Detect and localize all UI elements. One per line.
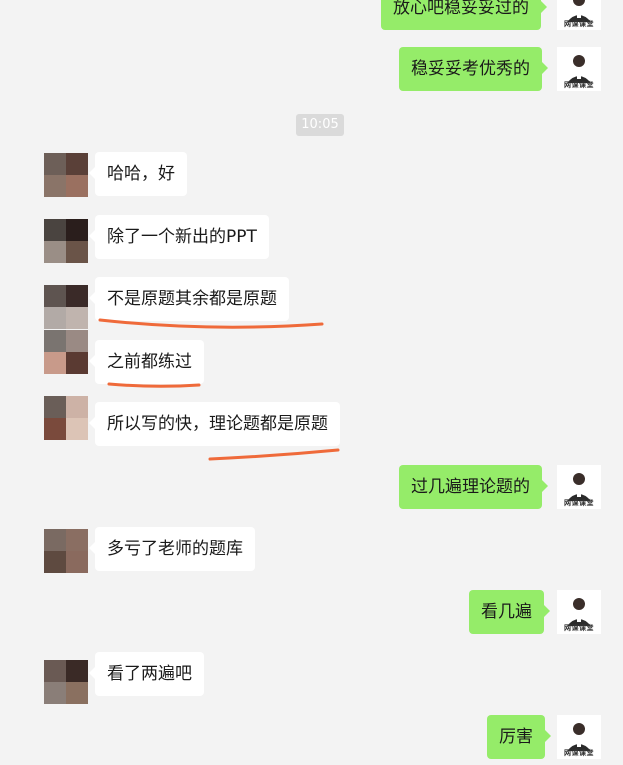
- avatar-brand-label: 网课课堂: [564, 81, 594, 89]
- contact-avatar[interactable]: [44, 396, 88, 440]
- annotation-underline: [98, 318, 324, 329]
- contact-avatar[interactable]: [44, 529, 88, 573]
- incoming-message[interactable]: 哈哈，好: [89, 152, 187, 196]
- outgoing-message[interactable]: 稳妥妥考优秀的: [399, 47, 548, 91]
- my-avatar[interactable]: 网课课堂: [557, 465, 601, 509]
- contact-avatar[interactable]: [44, 153, 88, 197]
- avatar-brand-label: 网课课堂: [564, 624, 594, 632]
- outgoing-message[interactable]: 厉害: [487, 715, 551, 759]
- contact-avatar[interactable]: [44, 219, 88, 263]
- outgoing-message[interactable]: 看几遍: [469, 590, 550, 634]
- contact-avatar[interactable]: [44, 285, 88, 329]
- contact-avatar[interactable]: [44, 330, 88, 374]
- avatar-brand-label: 网课课堂: [564, 749, 594, 757]
- my-avatar[interactable]: 网课课堂: [557, 715, 601, 759]
- incoming-message[interactable]: 之前都练过: [89, 340, 204, 384]
- avatar-brand-label: 网课课堂: [564, 499, 594, 507]
- incoming-message[interactable]: 看了两遍吧: [89, 652, 204, 696]
- my-avatar[interactable]: 网课课堂: [557, 590, 601, 634]
- chat-area: 放心吧稳妥妥过的 网课课堂 稳妥妥考优秀的 网课课堂 10:05 哈哈，好 除了…: [0, 0, 623, 765]
- incoming-message[interactable]: 多亏了老师的题库: [89, 527, 255, 571]
- contact-avatar[interactable]: [44, 660, 88, 704]
- avatar-brand-label: 网课课堂: [564, 20, 594, 28]
- outgoing-message[interactable]: 过几遍理论题的: [399, 465, 548, 509]
- incoming-message[interactable]: 除了一个新出的PPT: [89, 215, 269, 259]
- my-avatar[interactable]: 网课课堂: [557, 0, 601, 30]
- incoming-message[interactable]: 所以写的快，理论题都是原题: [89, 402, 340, 446]
- my-avatar[interactable]: 网课课堂: [557, 47, 601, 91]
- outgoing-message[interactable]: 放心吧稳妥妥过的: [381, 0, 547, 30]
- timestamp: 10:05: [296, 114, 344, 136]
- annotation-underline: [208, 448, 340, 461]
- annotation-underline: [107, 382, 201, 388]
- incoming-message[interactable]: 不是原题其余都是原题: [89, 277, 289, 321]
